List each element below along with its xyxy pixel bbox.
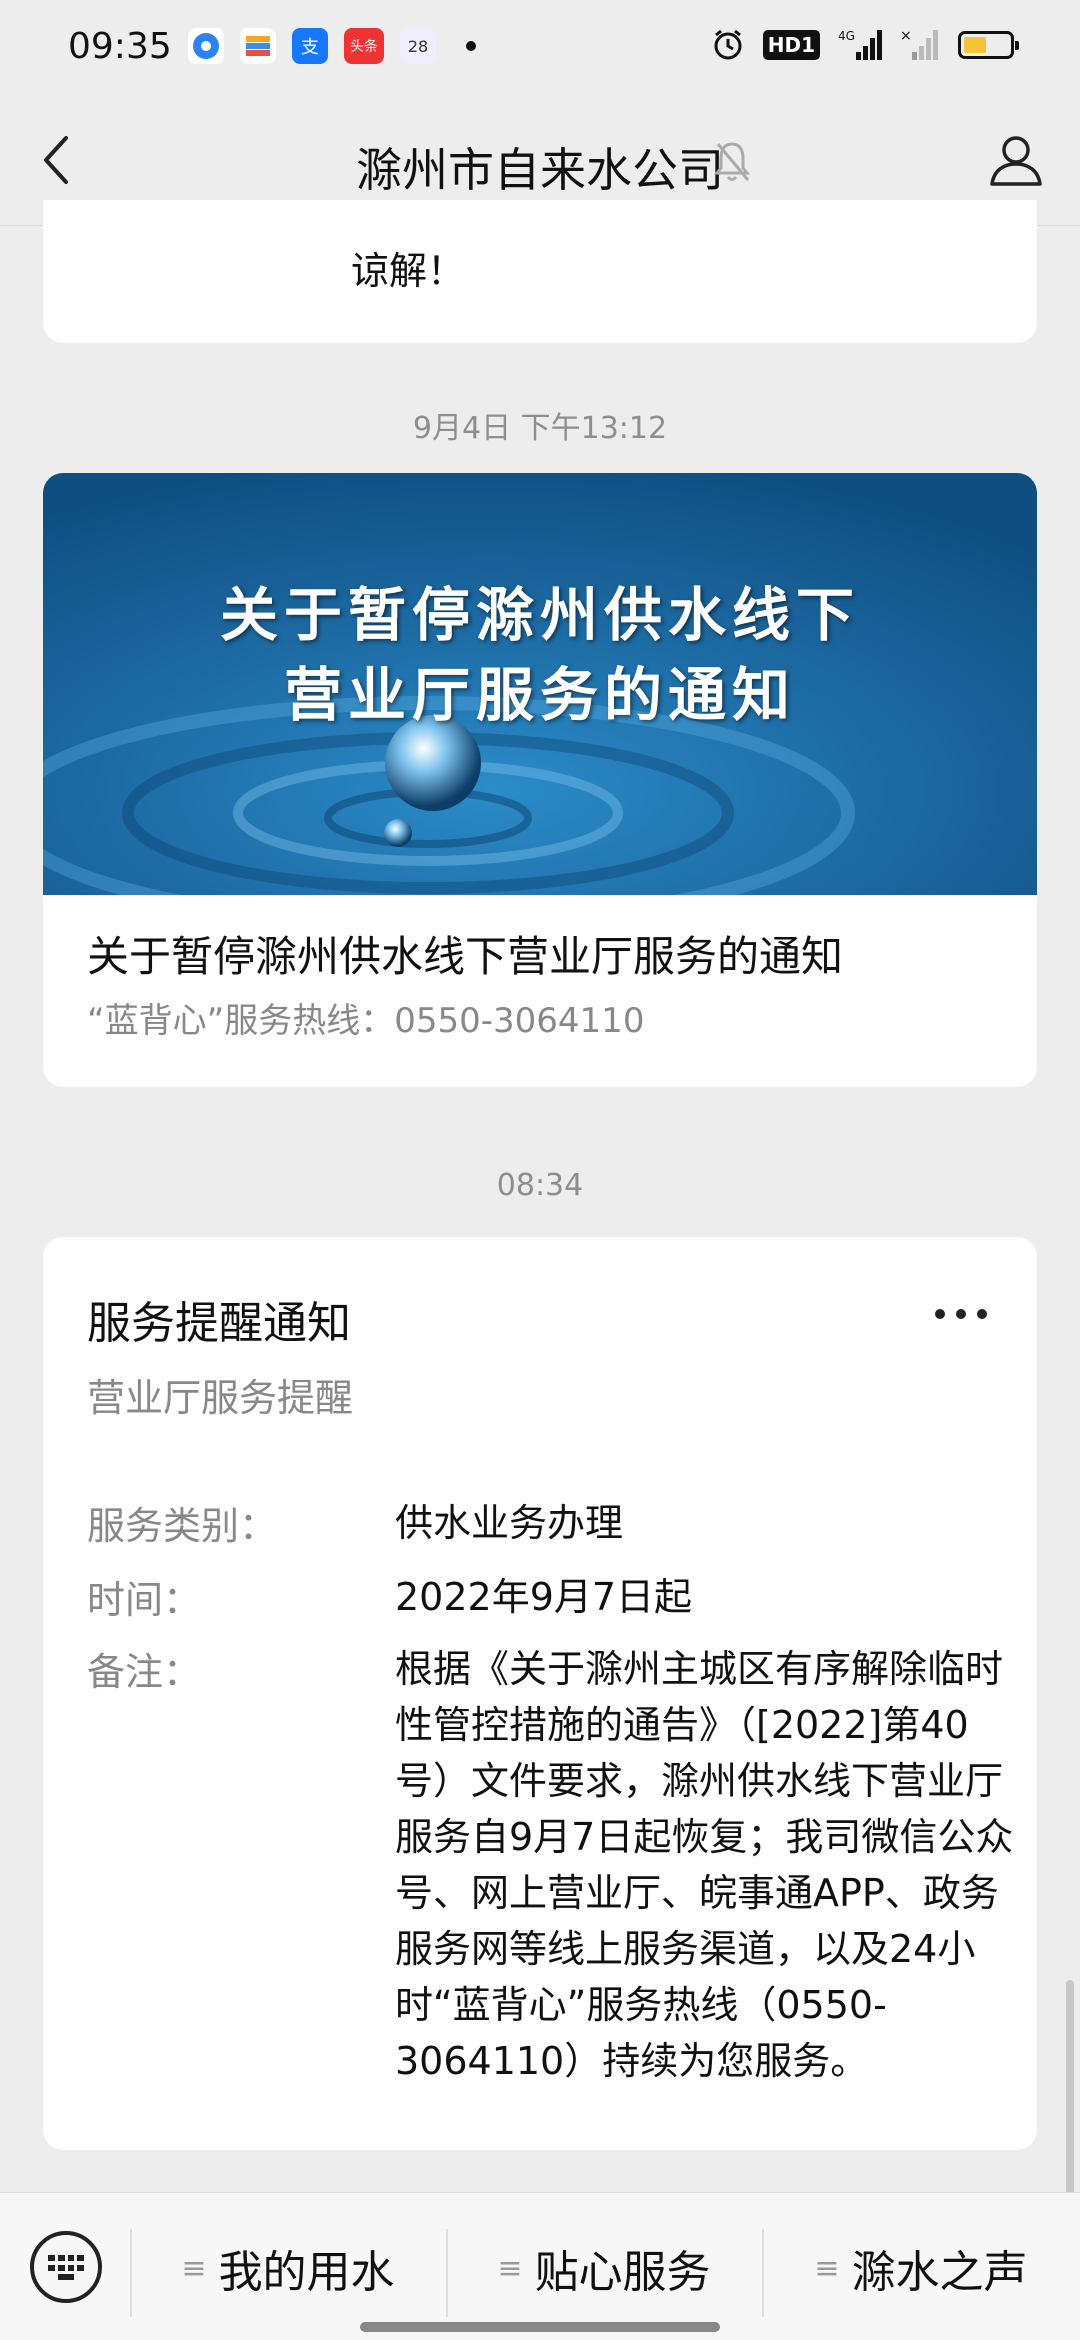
page-title-wrap: 滁州市自来水公司 xyxy=(0,134,1080,200)
page-title: 滁州市自来水公司 xyxy=(356,143,724,197)
menu-water-voice[interactable]: ≡ 滁水之声 xyxy=(762,2233,1080,2303)
previous-message-card[interactable]: 谅解！ xyxy=(43,200,1037,343)
status-time: 09:35 xyxy=(68,26,172,67)
scrollbar[interactable] xyxy=(1066,1980,1074,2228)
bottom-menu-bar: ≡ 我的用水 ≡ 贴心服务 ≡ 滁水之声 xyxy=(0,2192,1080,2340)
signal-weak-icon: × xyxy=(900,28,938,60)
article-card[interactable]: 关于暂停滁州供水线下 营业厅服务的通知 关于暂停滁州供水线下营业厅服务的通知 “… xyxy=(43,473,1037,1087)
more-options-icon[interactable] xyxy=(935,1309,987,1321)
message-timestamp: 08:34 xyxy=(496,1168,584,1203)
more-notifications-dot xyxy=(466,41,476,51)
alarm-icon xyxy=(714,29,742,60)
menu-label: 贴心服务 xyxy=(534,2247,711,2298)
service-notice-card[interactable]: 服务提醒通知 营业厅服务提醒 服务类别： 供水业务办理 时间： 2022年9月7… xyxy=(43,1237,1037,2150)
status-right: HD1 4G × xyxy=(711,28,1019,62)
menu-caring-service[interactable]: ≡ 贴心服务 xyxy=(446,2233,762,2303)
menu-my-water[interactable]: ≡ 我的用水 xyxy=(130,2233,446,2303)
row-label: 备注： xyxy=(87,1650,202,1694)
keyboard-icon[interactable] xyxy=(30,2231,102,2303)
wallet-icon xyxy=(240,28,276,64)
app-notification-icon xyxy=(188,28,224,64)
battery-icon xyxy=(958,31,1019,59)
calendar-icon: 28 xyxy=(400,28,436,64)
row-value: 2022年9月7日起 xyxy=(395,1575,693,1619)
row-value: 供水业务办理 xyxy=(395,1501,624,1545)
user-icon[interactable] xyxy=(988,132,1044,188)
status-bar: 09:35 支 头条 28 HD1 4G × xyxy=(0,0,1080,96)
notification-icons: 支 头条 28 xyxy=(188,28,476,64)
home-indicator[interactable] xyxy=(360,2322,720,2332)
previous-message-tail: 谅解！ xyxy=(351,249,466,293)
row-label: 时间： xyxy=(87,1578,202,1622)
menu-list-icon: ≡ xyxy=(497,2250,523,2286)
menu-label: 滁水之声 xyxy=(851,2247,1028,2298)
svg-text:4G: 4G xyxy=(838,29,855,43)
message-timestamp: 9月4日 下午13:12 xyxy=(412,411,668,446)
hd-voice-icon: HD1 xyxy=(762,30,820,60)
banner-title-line1: 关于暂停滁州供水线下 xyxy=(219,581,860,649)
svg-text:×: × xyxy=(900,28,912,44)
article-title: 关于暂停滁州供水线下营业厅服务的通知 xyxy=(87,932,844,981)
bell-off-icon xyxy=(713,142,751,181)
notice-title: 服务提醒通知 xyxy=(87,1298,351,1349)
banner-title-line2: 营业厅服务的通知 xyxy=(283,661,796,729)
article-subtitle: “蓝背心”服务热线：0550-3064110 xyxy=(87,1001,645,1041)
toutiao-icon: 头条 xyxy=(344,28,384,64)
menu-label: 我的用水 xyxy=(218,2247,395,2298)
menu-list-icon: ≡ xyxy=(181,2250,207,2286)
alipay-icon: 支 xyxy=(292,28,328,64)
menu-list-icon: ≡ xyxy=(814,2250,840,2286)
notice-subtitle: 营业厅服务提醒 xyxy=(87,1376,354,1420)
row-value: 根据《关于滁州主城区有序解除临时性管控措施的通告》（[2022]第40号）文件要… xyxy=(395,1647,1014,2083)
row-label: 服务类别： xyxy=(87,1504,278,1548)
signal-4g-icon: 4G xyxy=(838,29,882,60)
